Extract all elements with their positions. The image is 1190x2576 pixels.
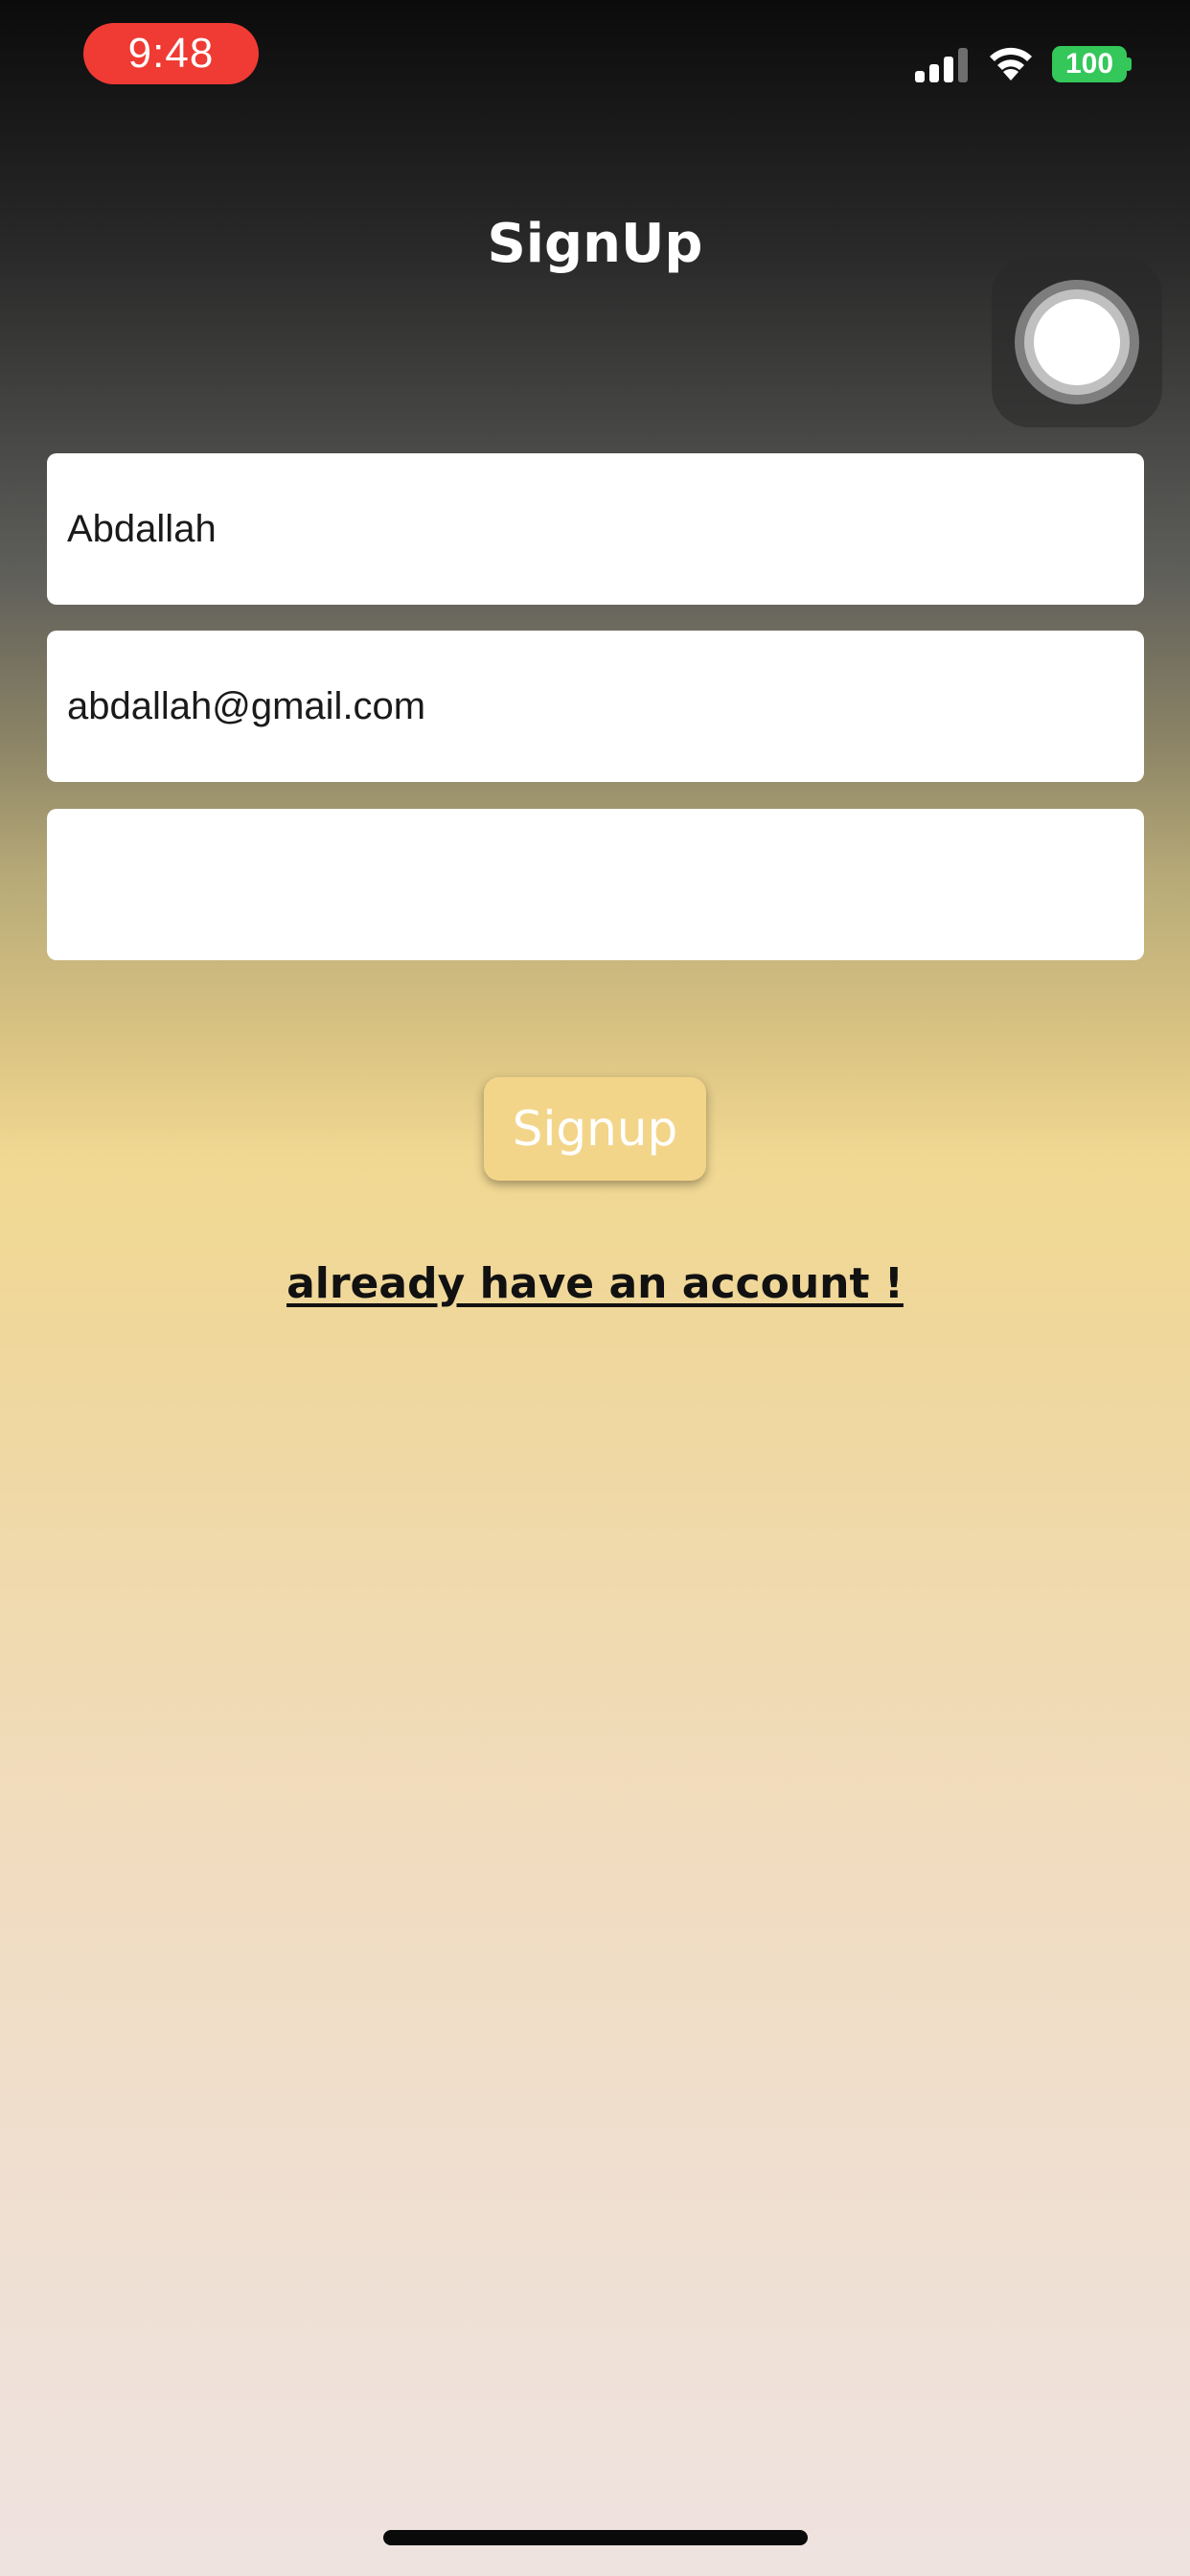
wifi-icon <box>990 47 1032 80</box>
home-indicator[interactable] <box>383 2530 808 2545</box>
signal-icon <box>915 48 968 82</box>
battery-tip <box>1127 58 1132 71</box>
password-field[interactable] <box>47 809 1144 960</box>
assistive-touch-ring-inner <box>1034 299 1120 385</box>
name-field[interactable] <box>47 453 1144 605</box>
battery-icon: 100 <box>1052 46 1127 82</box>
assistive-touch-icon[interactable] <box>992 257 1162 427</box>
status-time[interactable]: 9:48 <box>83 23 259 84</box>
email-field[interactable] <box>47 631 1144 782</box>
status-bar: 9:48 100 <box>0 0 1190 115</box>
assistive-touch-ring-mid <box>1024 289 1130 395</box>
signup-button[interactable]: Signup <box>484 1077 706 1181</box>
signup-screen: 9:48 100 SignUp Signup already have an a… <box>0 0 1190 2576</box>
login-link[interactable]: already have an account ! <box>0 1251 1190 1318</box>
assistive-touch-ring-outer <box>1015 280 1139 404</box>
